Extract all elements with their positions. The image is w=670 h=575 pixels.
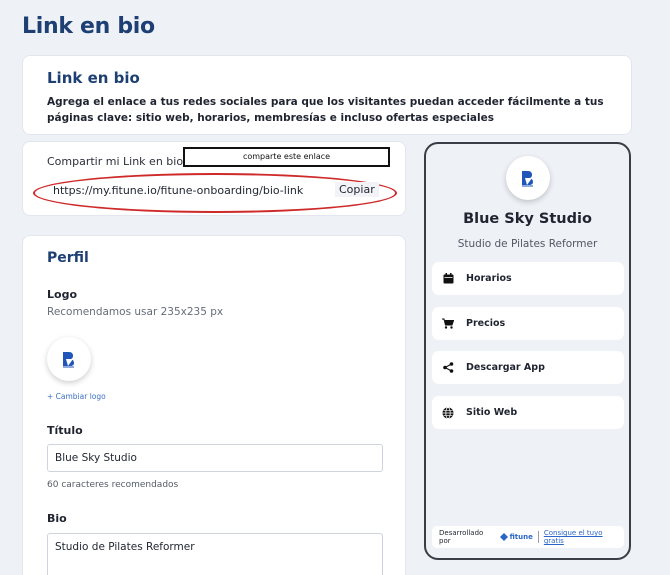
preview-item-label: Sitio Web [466,407,518,418]
intro-description: Agrega el enlace a tus redes sociales pa… [47,96,604,124]
preview-item-label: Precios [466,318,506,329]
fitune-logo-icon [499,533,508,541]
share-icon [441,361,455,375]
share-link-label: Compartir mi Link en bio [47,155,184,168]
phone-preview: Blue Sky Studio Studio de Pilates Reform… [424,142,631,560]
bio-label: Bio [47,512,67,525]
cart-icon [441,317,455,331]
calendar-icon [441,272,455,286]
preview-studio-name: Blue Sky Studio [463,211,592,227]
preview-item-precios[interactable]: Precios [432,307,624,340]
bio-link-url[interactable]: https://my.fitune.io/fitune-onboarding/b… [53,184,303,197]
profile-section-title: Perfil [47,250,89,266]
title-hint: 60 caracteres recomendados [47,480,179,490]
intro-title: Link en bio [47,69,140,87]
fitune-brand: fitune [499,533,533,541]
annotation-callout: comparte este enlace [183,147,390,167]
copy-button[interactable]: Copiar [335,182,379,197]
fitune-brand-name: fitune [509,533,533,541]
logo-hint: Recomendamos usar 235x235 px [47,306,224,318]
preview-logo [506,156,550,200]
studio-logo [47,337,91,381]
footer-divider [537,531,539,543]
get-yours-free-link[interactable]: Consigue el tuyo gratis [544,529,624,545]
intro-card: Link en bio Agrega el enlace a tus redes… [22,55,632,135]
bio-textarea[interactable]: Studio de Pilates Reformer [47,533,383,575]
preview-item-descargar-app[interactable]: Descargar App [432,351,624,384]
profile-card: Perfil Logo Recomendamos usar 235x235 px… [22,235,406,575]
preview-item-label: Descargar App [466,362,545,373]
footer-prefix: Desarrollado por [439,529,484,545]
globe-icon [441,406,455,420]
preview-item-sitio-web[interactable]: Sitio Web [432,396,624,429]
preview-subtitle: Studio de Pilates Reformer [457,238,598,250]
share-link-card: Compartir mi Link en bio comparte este e… [22,141,406,216]
logo-label: Logo [47,288,77,301]
page-title: Link en bio [22,14,155,39]
brand-logo-icon [63,352,74,368]
title-input[interactable]: Blue Sky Studio [47,444,383,472]
title-label: Título [47,424,83,437]
change-logo-link[interactable]: + Cambiar logo [47,392,106,401]
preview-item-horarios[interactable]: Horarios [432,262,624,295]
preview-item-label: Horarios [466,273,512,284]
brand-logo-icon [522,171,533,187]
preview-footer: Desarrollado por fitune Consigue el tuyo… [432,526,624,548]
